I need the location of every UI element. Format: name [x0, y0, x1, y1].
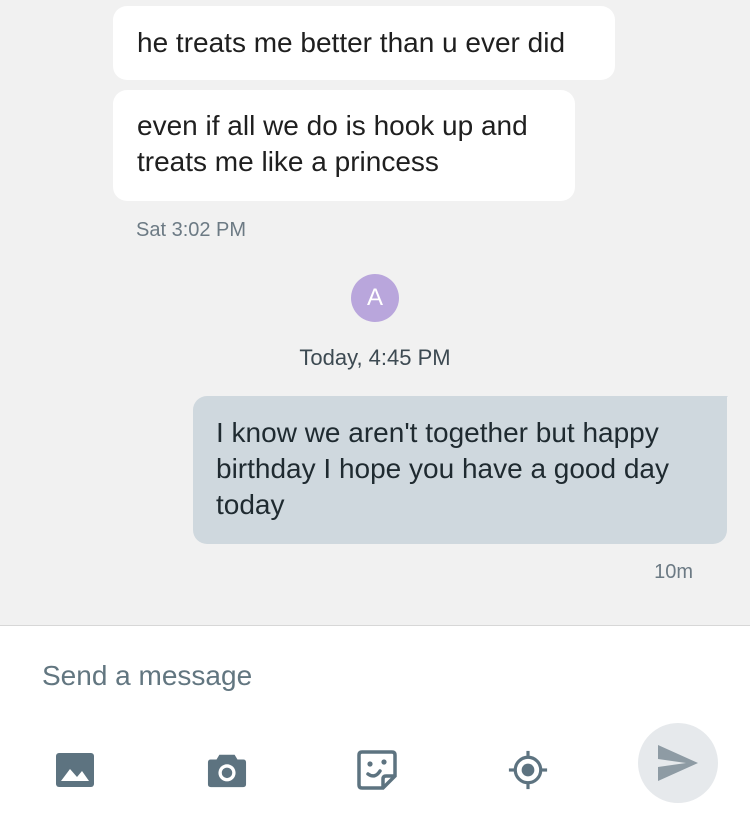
outgoing-message[interactable]: I know we aren't together but happy birt…: [193, 396, 728, 544]
message-input[interactable]: [42, 656, 642, 696]
message-timestamp: Sat 3:02 PM: [136, 219, 247, 241]
send-button[interactable]: [638, 723, 718, 803]
conversation-area: he treats me better than u ever did even…: [0, 0, 750, 625]
message-timestamp: 10m: [654, 561, 693, 583]
contact-avatar[interactable]: A: [351, 274, 399, 322]
send-icon: [658, 745, 698, 781]
incoming-message[interactable]: even if all we do is hook up and treats …: [113, 90, 575, 201]
day-separator: Today, 4:45 PM: [299, 345, 451, 370]
image-icon[interactable]: [55, 750, 95, 790]
bubble-tail: [716, 396, 728, 408]
sticker-icon[interactable]: [357, 750, 397, 790]
message-composer: [0, 625, 750, 817]
message-text: I know we aren't together but happy birt…: [216, 417, 670, 520]
location-target-icon[interactable]: [508, 750, 548, 790]
message-text: he treats me better than u ever did: [137, 27, 566, 58]
incoming-message[interactable]: he treats me better than u ever did: [113, 6, 615, 80]
camera-icon[interactable]: [207, 750, 247, 790]
message-text: even if all we do is hook up and treats …: [137, 110, 528, 177]
